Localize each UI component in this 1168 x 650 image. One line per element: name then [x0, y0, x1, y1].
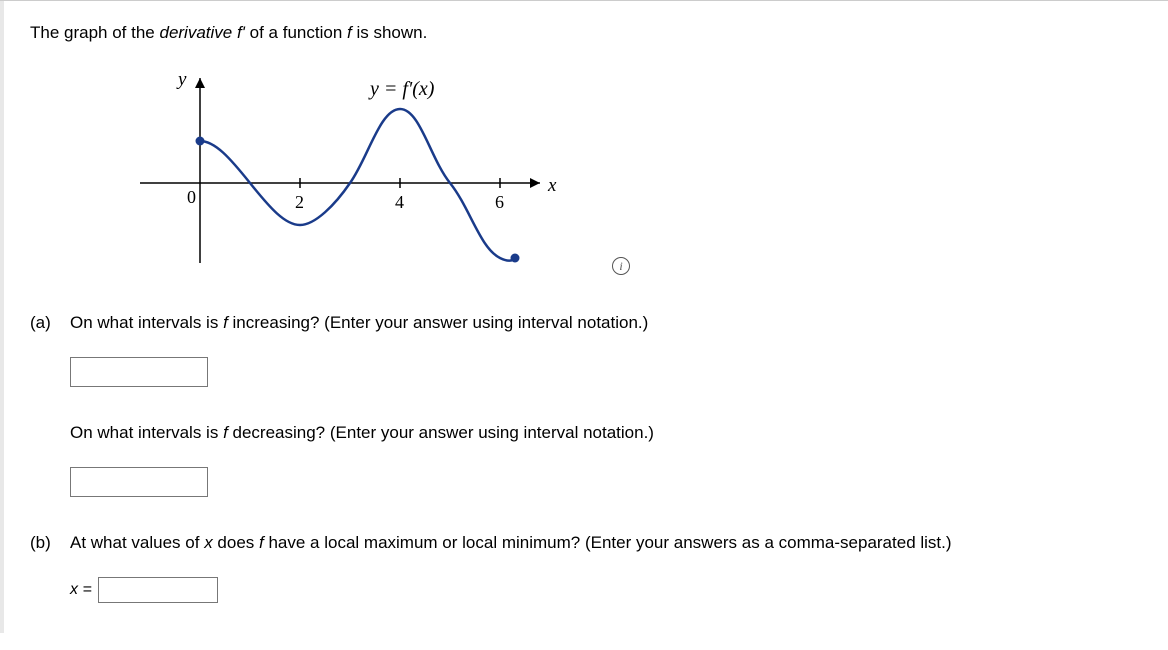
part-a-q1: On what intervals is f increasing? (Ente…: [70, 313, 1138, 333]
tick-label-6: 6: [495, 192, 504, 212]
problem-text-middle: of a function: [245, 23, 347, 42]
q1-post: increasing? (Enter your answer using int…: [228, 313, 649, 332]
y-axis-arrow: [195, 78, 205, 88]
qb-mid: does: [213, 533, 259, 552]
part-a: (a) On what intervals is f increasing? (…: [30, 313, 1138, 345]
part-a-increasing-input[interactable]: [70, 357, 208, 387]
qb-post: have a local maximum or local minimum? (…: [264, 533, 952, 552]
info-icon[interactable]: i: [612, 257, 630, 275]
graph-svg: 0 2 4 6 y x y = f'(x): [110, 63, 590, 283]
left-border: [0, 1, 4, 633]
problem-text-suffix: is shown.: [352, 23, 428, 42]
part-a-q2: On what intervals is f decreasing? (Ente…: [70, 423, 1138, 443]
part-b: (b) At what values of x does f have a lo…: [30, 533, 1138, 565]
derivative-curve: [200, 109, 515, 261]
part-b-input[interactable]: [98, 577, 218, 603]
curve-label: y = f'(x): [368, 78, 435, 100]
y-axis-label: y: [176, 69, 187, 90]
part-b-label: (b): [30, 533, 70, 553]
derivative-graph: 0 2 4 6 y x y = f'(x) i: [110, 63, 590, 283]
x-axis-label: x: [547, 175, 557, 196]
q1-pre: On what intervals is: [70, 313, 223, 332]
q2-pre: On what intervals is: [70, 423, 223, 442]
qb-x: x: [204, 533, 213, 552]
tick-label-2: 2: [295, 192, 304, 212]
problem-statement: The graph of the derivative f' of a func…: [30, 23, 1138, 43]
x-equals-label: x =: [70, 581, 92, 599]
x-axis-arrow: [530, 178, 540, 188]
part-a-label: (a): [30, 313, 70, 333]
origin-label: 0: [187, 187, 196, 207]
qb-pre: At what values of: [70, 533, 204, 552]
problem-derivative: derivative f': [159, 23, 244, 42]
problem-text-prefix: The graph of the: [30, 23, 159, 42]
q2-post: decreasing? (Enter your answer using int…: [228, 423, 654, 442]
part-a-decreasing-input[interactable]: [70, 467, 208, 497]
tick-label-4: 4: [395, 192, 404, 212]
part-b-q: At what values of x does f have a local …: [70, 533, 1138, 553]
curve-end-point: [511, 254, 520, 263]
curve-start-point: [196, 137, 205, 146]
part-a-q2-row: On what intervals is f decreasing? (Ente…: [30, 423, 1138, 455]
